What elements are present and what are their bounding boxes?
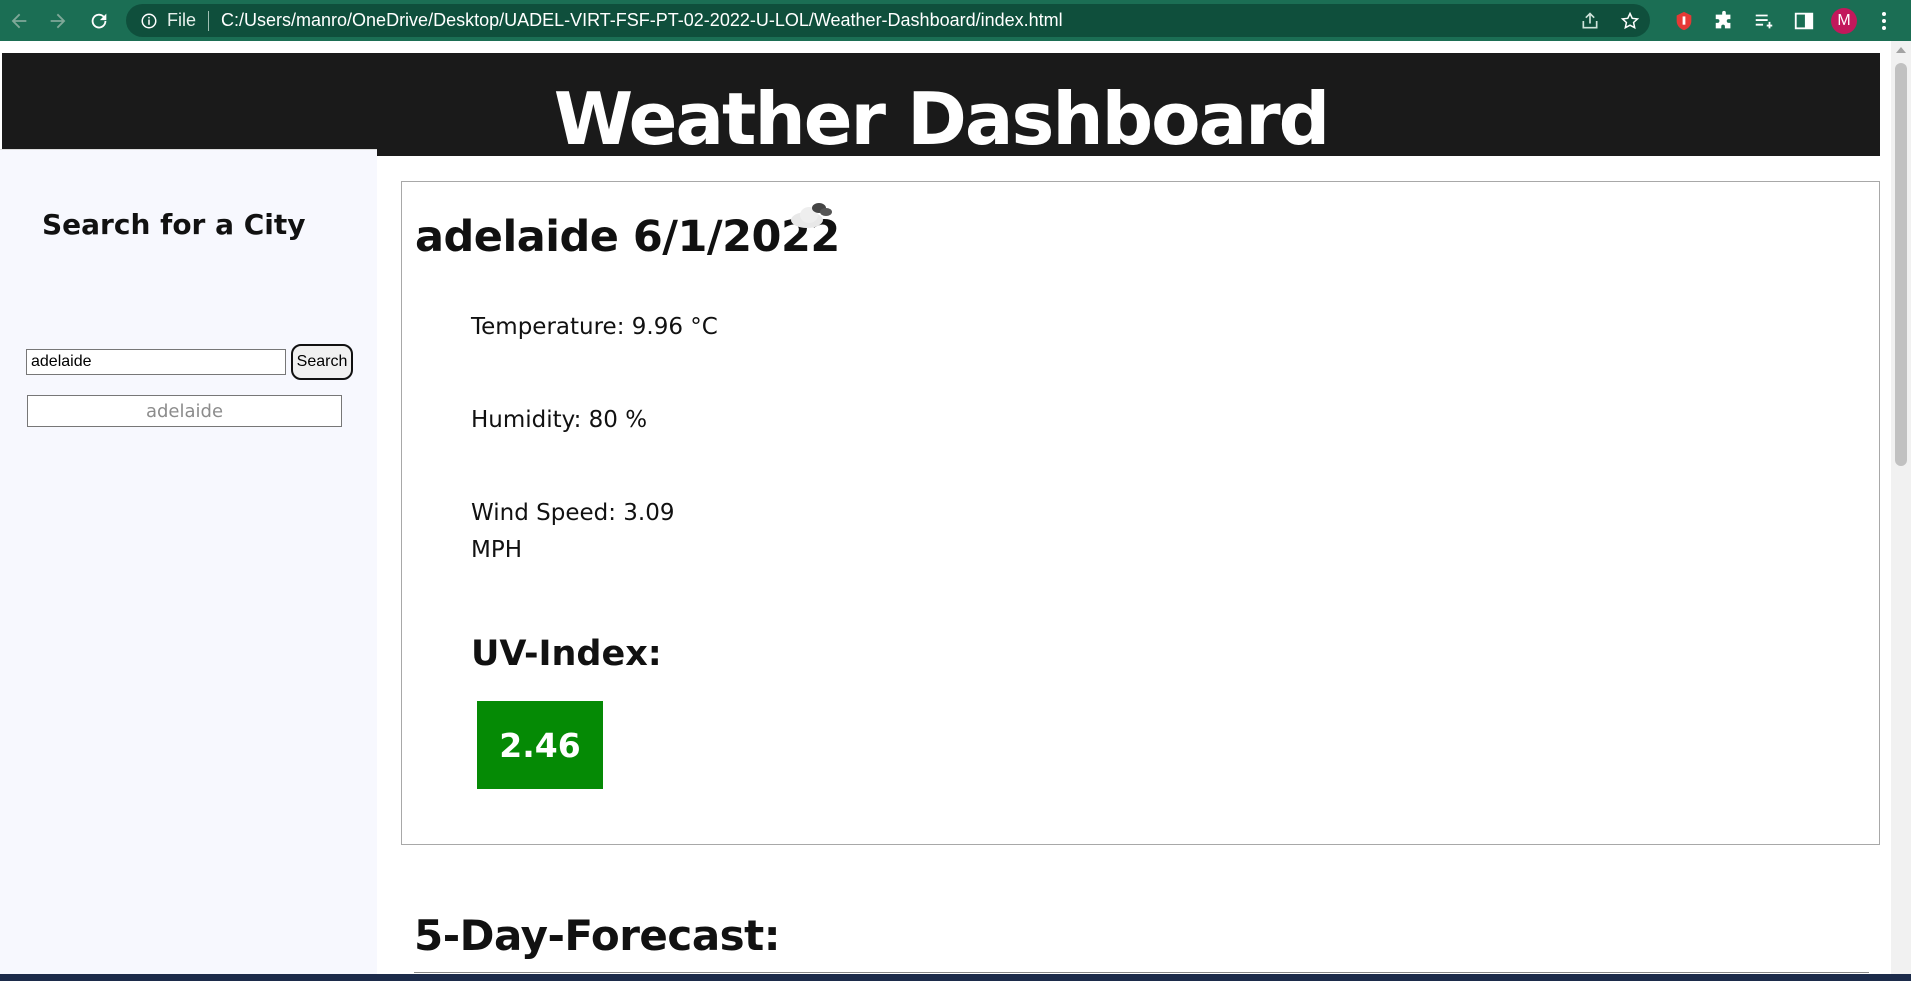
wind-speed-unit: MPH xyxy=(471,537,523,563)
uv-index-badge: 2.46 xyxy=(477,701,603,789)
forward-icon[interactable] xyxy=(41,0,75,41)
page-viewport: Weather Dashboard Search for a City Sear… xyxy=(0,41,1891,976)
forecast-divider xyxy=(414,972,1869,973)
reading-list-icon[interactable] xyxy=(1744,0,1784,41)
wind-speed-text: Wind Speed: 3.09 xyxy=(471,500,675,526)
browser-toolbar: File C:/Users/manro/OneDrive/Desktop/UAD… xyxy=(0,0,1911,41)
uv-index-label: UV-Index: xyxy=(471,634,662,674)
reload-icon[interactable] xyxy=(82,0,116,41)
omnibox-separator xyxy=(208,10,210,31)
scrollbar-thumb[interactable] xyxy=(1895,63,1907,466)
page-title: Weather Dashboard xyxy=(553,77,1330,161)
temperature-text: Temperature: 9.96 °C xyxy=(471,314,718,340)
os-taskbar xyxy=(0,974,1911,981)
cloud-icon xyxy=(791,203,832,228)
search-button[interactable]: Search xyxy=(291,344,353,380)
file-label: File xyxy=(167,10,197,30)
menu-dots-icon[interactable] xyxy=(1864,0,1904,41)
share-icon[interactable] xyxy=(1570,11,1610,31)
history-item-adelaide[interactable]: adelaide xyxy=(27,395,342,427)
scroll-up-arrow-icon[interactable] xyxy=(1896,47,1906,53)
site-info-icon[interactable] xyxy=(140,12,158,30)
page-scrollbar[interactable] xyxy=(1891,41,1911,976)
side-panel-icon[interactable] xyxy=(1784,0,1824,41)
bookmark-star-icon[interactable] xyxy=(1610,11,1650,31)
search-heading: Search for a City xyxy=(42,208,306,241)
city-date-heading: adelaide 6/1/2022 xyxy=(415,212,840,262)
search-sidebar: Search for a City Search adelaide xyxy=(0,149,377,976)
url-text[interactable]: C:/Users/manro/OneDrive/Desktop/UADEL-VI… xyxy=(221,10,1063,31)
extensions-puzzle-icon[interactable] xyxy=(1704,0,1744,41)
back-icon[interactable] xyxy=(2,0,36,41)
page-header: Weather Dashboard xyxy=(2,53,1880,161)
extension-red-icon[interactable] xyxy=(1664,0,1704,41)
humidity-text: Humidity: 80 % xyxy=(471,407,648,433)
forecast-heading: 5-Day-Forecast: xyxy=(414,911,781,960)
address-bar[interactable]: File C:/Users/manro/OneDrive/Desktop/UAD… xyxy=(126,4,1650,37)
current-weather-card: adelaide 6/1/2022 Temperature: 9.96 °C H… xyxy=(401,181,1880,845)
city-search-input[interactable] xyxy=(26,349,286,375)
profile-avatar[interactable]: M xyxy=(1824,0,1864,41)
